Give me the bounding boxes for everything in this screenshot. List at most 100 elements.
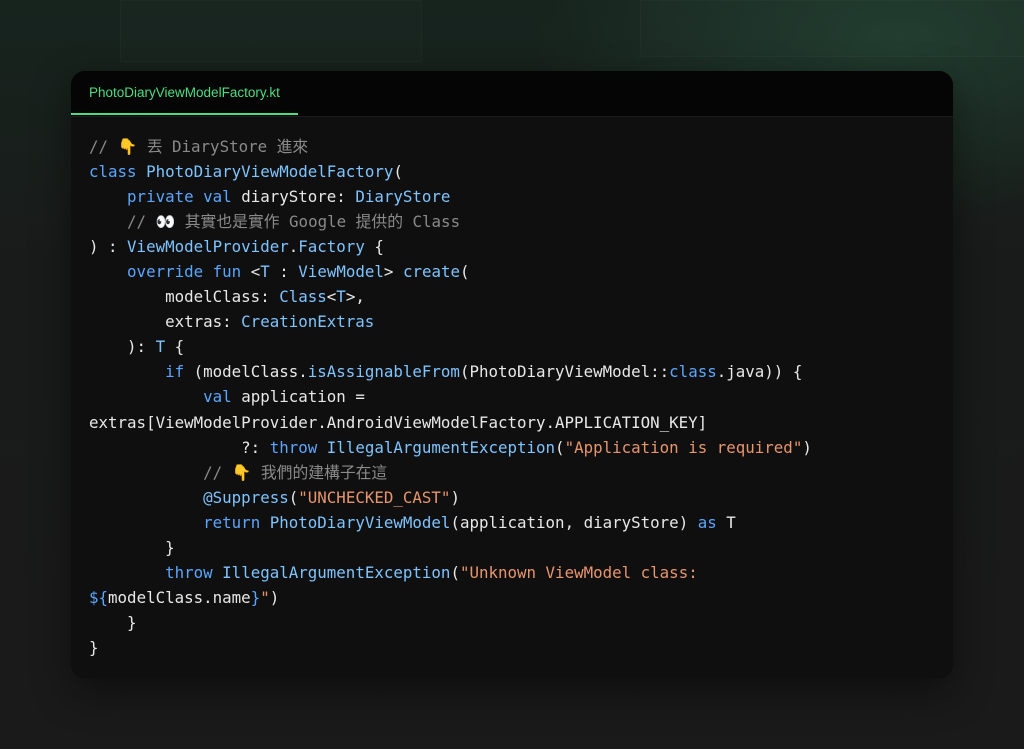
code-line: } bbox=[89, 610, 939, 635]
code-token: // 👇 我們的建構子在這 bbox=[203, 462, 388, 482]
code-token: T bbox=[336, 287, 346, 307]
code-token: > bbox=[383, 262, 403, 282]
code-line: ): T { bbox=[89, 334, 939, 359]
code-line: // 👀 其實也是實作 Google 提供的 Class bbox=[89, 209, 939, 234]
code-line: // 👇 我們的建構子在這 bbox=[89, 460, 939, 485]
code-token: extras: bbox=[89, 312, 242, 332]
code-token: class bbox=[89, 162, 137, 182]
code-token: ( bbox=[450, 562, 460, 582]
code-token: { bbox=[165, 337, 185, 357]
code-token: ): bbox=[89, 337, 156, 357]
code-token: ViewModelProvider bbox=[127, 237, 289, 257]
code-token: T bbox=[155, 337, 166, 357]
code-line: ?: throw IllegalArgumentException("Appli… bbox=[89, 435, 939, 460]
file-tab[interactable]: PhotoDiaryViewModelFactory.kt bbox=[71, 71, 298, 115]
code-token: diaryStore: bbox=[231, 187, 356, 207]
code-token: // 👇 丟 DiaryStore 進來 bbox=[89, 137, 309, 156]
code-token: class bbox=[669, 362, 717, 382]
code-token: val bbox=[203, 387, 232, 407]
code-token: ViewModel bbox=[298, 262, 384, 282]
code-token: return bbox=[203, 512, 261, 532]
code-token: ${ bbox=[89, 587, 109, 607]
code-token: T bbox=[716, 512, 736, 532]
code-line: // 👇 丟 DiaryStore 進來 bbox=[89, 134, 939, 159]
code-token: : bbox=[269, 262, 299, 282]
code-token: application = bbox=[231, 387, 365, 407]
code-token: ( bbox=[393, 162, 403, 182]
code-token: create bbox=[402, 262, 461, 282]
code-token: (PhotoDiaryViewModel:: bbox=[459, 362, 670, 382]
code-token: ) : bbox=[89, 237, 128, 257]
code-token: override bbox=[127, 262, 204, 282]
code-token: " bbox=[260, 587, 270, 607]
code-token: "UNCHECKED_CAST" bbox=[298, 487, 451, 507]
code-token: ( bbox=[555, 437, 565, 457]
code-token: fun bbox=[212, 262, 242, 282]
code-token: } bbox=[89, 537, 175, 557]
code-line: class PhotoDiaryViewModelFactory( bbox=[89, 159, 939, 184]
code-token: @Suppress bbox=[203, 487, 289, 507]
code-token: IllegalArgumentException bbox=[222, 562, 451, 582]
code-token: .java)) { bbox=[716, 362, 803, 382]
code-token: ?: bbox=[89, 437, 270, 457]
code-token: T bbox=[260, 262, 270, 282]
code-token: throw bbox=[269, 437, 318, 457]
code-line: } bbox=[89, 635, 939, 660]
code-token: Factory bbox=[298, 237, 365, 257]
code-token: >, bbox=[345, 287, 365, 307]
background-panel bbox=[640, 0, 1024, 57]
code-token: throw bbox=[165, 562, 213, 582]
file-tab-bar: PhotoDiaryViewModelFactory.kt bbox=[71, 71, 953, 117]
code-token: val bbox=[203, 187, 232, 207]
code-line: @Suppress("UNCHECKED_CAST") bbox=[89, 485, 939, 510]
code-token: } bbox=[250, 587, 261, 607]
code-token: private bbox=[127, 187, 194, 207]
code-token: ) bbox=[450, 487, 460, 507]
code-token: PhotoDiaryViewModel bbox=[269, 512, 451, 532]
code-token: Class bbox=[279, 287, 327, 307]
code-line: ) : ViewModelProvider.Factory { bbox=[89, 234, 939, 259]
code-token: ( bbox=[288, 487, 299, 507]
code-token: < bbox=[326, 287, 337, 307]
code-token: ) bbox=[802, 437, 812, 457]
code-token: "Application is required" bbox=[564, 437, 803, 457]
code-line: return PhotoDiaryViewModel(application, … bbox=[89, 510, 939, 535]
code-token: } bbox=[89, 612, 137, 632]
code-token: (modelClass. bbox=[184, 362, 308, 382]
code-token: (application, diaryStore) bbox=[450, 512, 698, 532]
code-block: // 👇 丟 DiaryStore 進來 class PhotoDiaryView… bbox=[89, 134, 939, 660]
code-token: CreationExtras bbox=[241, 312, 375, 332]
code-line: private val diaryStore: DiaryStore bbox=[89, 184, 939, 209]
code-token: modelClass: bbox=[89, 287, 280, 307]
code-line: modelClass: Class<T>, bbox=[89, 284, 939, 309]
code-token: DiaryStore bbox=[355, 187, 451, 207]
code-line: override fun <T : ViewModel> create( bbox=[89, 259, 939, 284]
code-card: PhotoDiaryViewModelFactory.kt // 👇 丟 Dia… bbox=[71, 71, 953, 678]
background-panel bbox=[120, 0, 422, 62]
code-line: throw IllegalArgumentException("Unknown … bbox=[89, 560, 939, 585]
code-line: extras[ViewModelProvider.AndroidViewMode… bbox=[89, 410, 939, 435]
code-token: "Unknown ViewModel class: bbox=[459, 562, 698, 582]
code-line: } bbox=[89, 535, 939, 560]
code-token: extras[ViewModelProvider.AndroidViewMode… bbox=[89, 412, 708, 432]
code-line: val application = bbox=[89, 384, 939, 409]
code-token: PhotoDiaryViewModelFactory bbox=[146, 162, 394, 182]
code-token: . bbox=[288, 237, 299, 257]
code-line: if (modelClass.isAssignableFrom(PhotoDia… bbox=[89, 359, 939, 384]
code-token: ) bbox=[269, 587, 280, 607]
code-token: { bbox=[364, 237, 384, 257]
code-token: if bbox=[165, 362, 185, 382]
